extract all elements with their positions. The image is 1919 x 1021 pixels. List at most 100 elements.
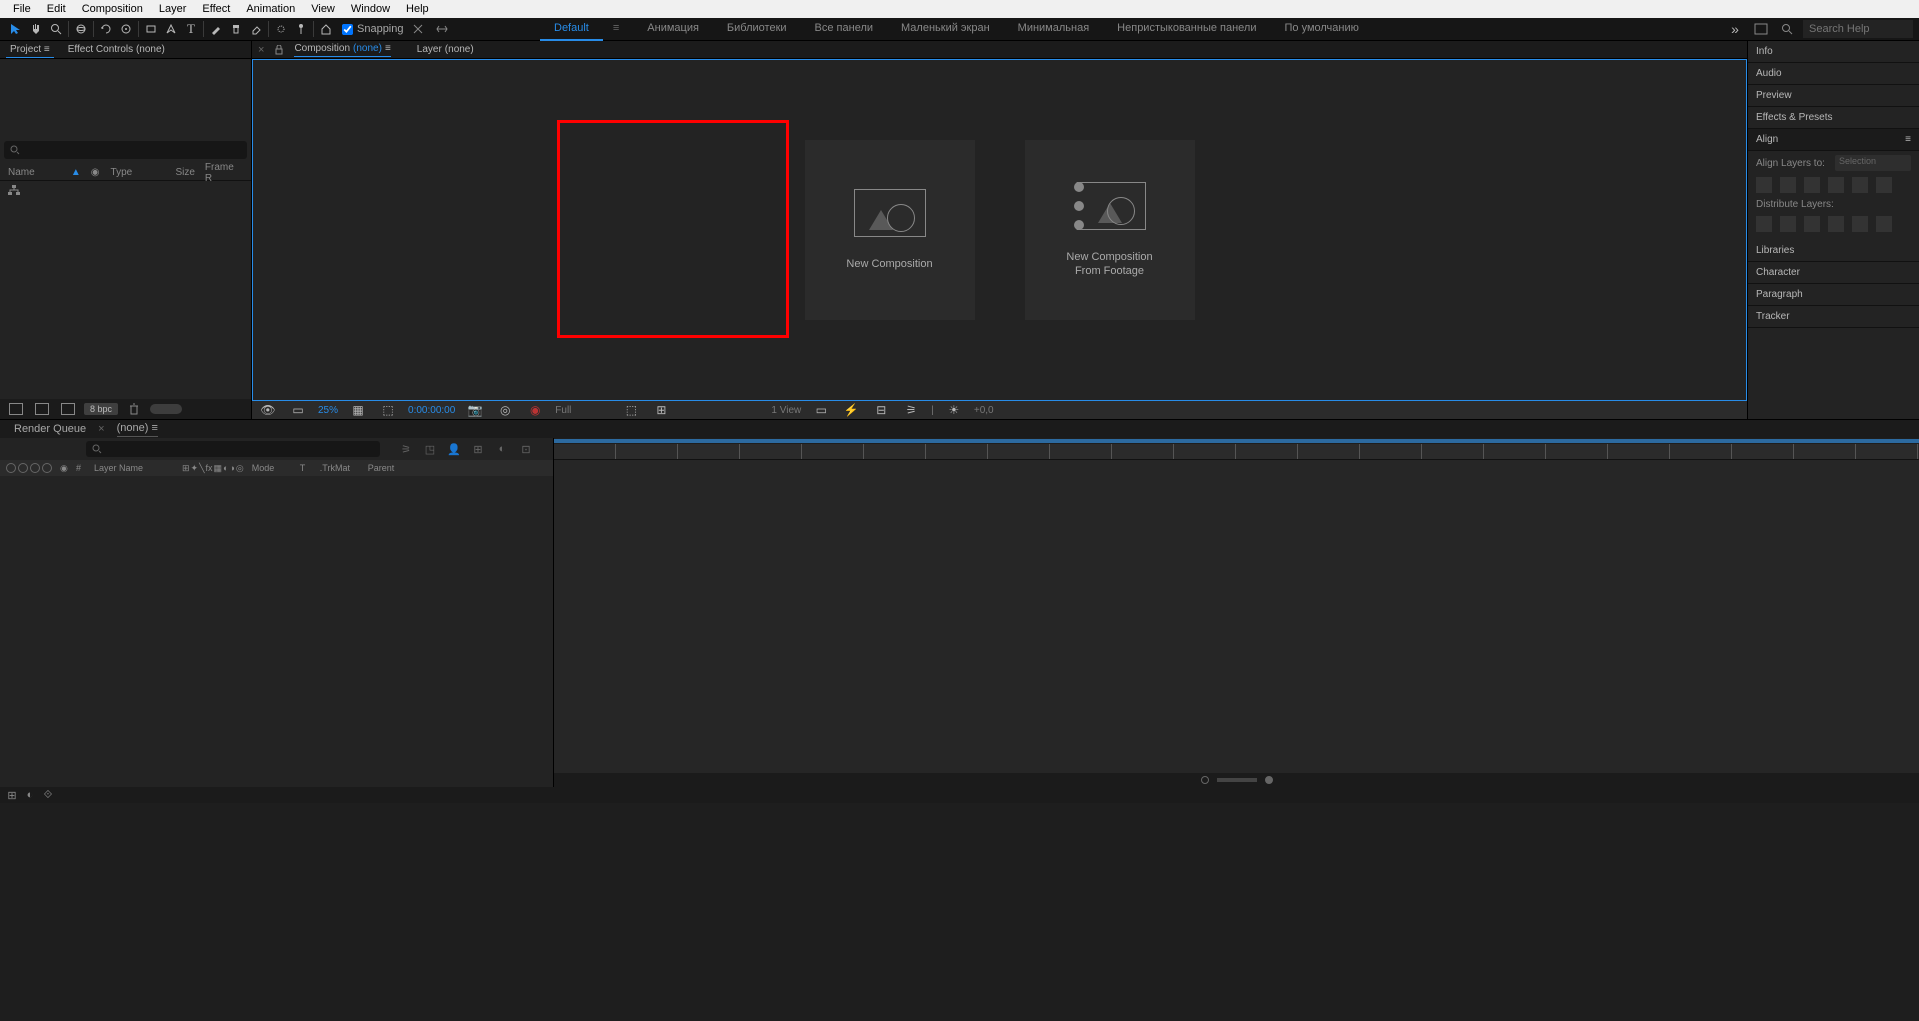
workspace-small-screen[interactable]: Маленький экран bbox=[887, 17, 1004, 41]
brush-tool-icon[interactable] bbox=[206, 19, 226, 39]
new-comp-icon[interactable] bbox=[58, 399, 78, 419]
new-folder-icon[interactable] bbox=[32, 399, 52, 419]
menu-composition[interactable]: Composition bbox=[75, 1, 150, 17]
tab-layer[interactable]: Layer (none) bbox=[417, 44, 474, 55]
align-left-icon[interactable] bbox=[1756, 177, 1772, 193]
thumbnail-size-slider[interactable] bbox=[150, 404, 182, 414]
pan-behind-tool-icon[interactable] bbox=[116, 19, 136, 39]
snapshot-icon[interactable]: 📷 bbox=[465, 400, 485, 420]
tab-timeline-comp[interactable]: (none) ≡ bbox=[117, 422, 158, 437]
selection-tool-icon[interactable] bbox=[6, 19, 26, 39]
grid-icon[interactable]: ⊞ bbox=[651, 400, 671, 420]
workspace-libraries[interactable]: Библиотеки bbox=[713, 17, 801, 41]
current-time[interactable]: 0:00:00:00 bbox=[408, 405, 455, 416]
timeline-layers-area[interactable] bbox=[0, 476, 553, 787]
exposure-value[interactable]: +0,0 bbox=[974, 405, 994, 416]
new-composition-button[interactable]: New Composition bbox=[805, 140, 975, 320]
text-tool-icon[interactable]: T bbox=[181, 19, 201, 39]
align-top-icon[interactable] bbox=[1828, 177, 1844, 193]
panel-character[interactable]: Character bbox=[1748, 262, 1919, 284]
panel-paragraph[interactable]: Paragraph bbox=[1748, 284, 1919, 306]
graph-editor-icon[interactable]: ⊡ bbox=[518, 442, 534, 456]
comp-mini-flowchart-icon[interactable]: ⚞ bbox=[398, 442, 414, 456]
snapping-checkbox[interactable] bbox=[342, 24, 353, 35]
sync-settings-icon[interactable] bbox=[1751, 19, 1771, 39]
menu-file[interactable]: File bbox=[6, 1, 38, 17]
flowchart-icon[interactable] bbox=[8, 185, 20, 195]
comp-flowchart-icon[interactable]: ⚞ bbox=[901, 400, 921, 420]
rectangle-tool-icon[interactable] bbox=[141, 19, 161, 39]
menu-edit[interactable]: Edit bbox=[40, 1, 73, 17]
menu-animation[interactable]: Animation bbox=[239, 1, 302, 17]
distribute-left-icon[interactable] bbox=[1828, 216, 1844, 232]
roto-brush-tool-icon[interactable] bbox=[271, 19, 291, 39]
distribute-bottom-icon[interactable] bbox=[1804, 216, 1820, 232]
search-help-input[interactable] bbox=[1803, 20, 1913, 38]
align-hcenter-icon[interactable] bbox=[1780, 177, 1796, 193]
project-column-headers[interactable]: Name ▲ ◉ Type Size Frame R bbox=[0, 165, 251, 181]
project-item-list[interactable] bbox=[0, 181, 251, 399]
time-ruler[interactable] bbox=[554, 444, 1919, 460]
clone-stamp-tool-icon[interactable] bbox=[226, 19, 246, 39]
menu-view[interactable]: View bbox=[304, 1, 342, 17]
search-icon[interactable] bbox=[1777, 19, 1797, 39]
draft-3d-icon[interactable]: ◳ bbox=[422, 442, 438, 456]
view-layout-dropdown[interactable]: 1 View bbox=[771, 405, 801, 416]
resolution-dropdown[interactable]: Full bbox=[555, 405, 571, 416]
snapping-options-icon[interactable] bbox=[408, 19, 428, 39]
fast-preview-icon[interactable]: ⚡ bbox=[841, 400, 861, 420]
toggle-mask-icon[interactable]: ⬚ bbox=[378, 400, 398, 420]
panel-tracker[interactable]: Tracker bbox=[1748, 306, 1919, 328]
panel-effects-presets[interactable]: Effects & Presets bbox=[1748, 107, 1919, 129]
panel-preview[interactable]: Preview bbox=[1748, 85, 1919, 107]
tab-composition[interactable]: Composition (none) ≡ bbox=[294, 43, 390, 57]
panel-info[interactable]: Info bbox=[1748, 41, 1919, 63]
motion-blur-icon[interactable]: ◐ bbox=[494, 442, 510, 456]
bpc-button[interactable]: 8 bpc bbox=[84, 403, 118, 415]
align-vcenter-icon[interactable] bbox=[1852, 177, 1868, 193]
menu-window[interactable]: Window bbox=[344, 1, 397, 17]
toggle-transparency-icon[interactable]: ▦ bbox=[348, 400, 368, 420]
tab-effect-controls[interactable]: Effect Controls (none) bbox=[64, 42, 169, 57]
align-bottom-icon[interactable] bbox=[1876, 177, 1892, 193]
lock-col-icon[interactable] bbox=[42, 463, 52, 473]
menu-layer[interactable]: Layer bbox=[152, 1, 194, 17]
magnification-icon[interactable]: ▭ bbox=[288, 400, 308, 420]
time-navigator[interactable] bbox=[554, 773, 1919, 787]
orbit-camera-tool-icon[interactable] bbox=[71, 19, 91, 39]
exposure-reset-icon[interactable]: ☀ bbox=[944, 400, 964, 420]
workspace-default-ru[interactable]: По умолчанию bbox=[1270, 17, 1372, 41]
timeline-search-input[interactable] bbox=[86, 441, 380, 457]
timeline-icon[interactable]: ⊟ bbox=[871, 400, 891, 420]
puppet-pin-tool-icon[interactable] bbox=[291, 19, 311, 39]
new-composition-from-footage-button[interactable]: New Composition From Footage bbox=[1025, 140, 1195, 320]
align-layers-to-dropdown[interactable]: Selection bbox=[1835, 155, 1911, 171]
toggle-switches-icon[interactable]: ⊞ bbox=[6, 789, 18, 801]
workspace-minimal[interactable]: Минимальная bbox=[1004, 17, 1104, 41]
pixel-aspect-icon[interactable]: ▭ bbox=[811, 400, 831, 420]
interpret-footage-icon[interactable] bbox=[6, 399, 26, 419]
align-right-icon[interactable] bbox=[1804, 177, 1820, 193]
delete-icon[interactable] bbox=[124, 399, 144, 419]
workspace-overflow-icon[interactable]: » bbox=[1725, 19, 1745, 39]
home-tool-icon[interactable] bbox=[316, 19, 336, 39]
rotation-tool-icon[interactable] bbox=[96, 19, 116, 39]
solo-col-icon[interactable] bbox=[30, 463, 40, 473]
workspace-undocked[interactable]: Непристыкованные панели bbox=[1103, 17, 1270, 41]
show-snapshot-icon[interactable]: ◎ bbox=[495, 400, 515, 420]
pen-tool-icon[interactable] bbox=[161, 19, 181, 39]
workspace-all-panels[interactable]: Все панели bbox=[801, 17, 887, 41]
video-col-icon[interactable] bbox=[6, 463, 16, 473]
composition-viewer[interactable]: New Composition New Composition From Foo… bbox=[252, 59, 1747, 401]
tab-project[interactable]: Project ≡ bbox=[6, 42, 54, 58]
eraser-tool-icon[interactable] bbox=[246, 19, 266, 39]
distribute-hcenter-icon[interactable] bbox=[1852, 216, 1868, 232]
workspace-default[interactable]: Default bbox=[540, 17, 603, 41]
channel-icon[interactable]: ◉ bbox=[525, 400, 545, 420]
switches-icon[interactable]: ⊞ bbox=[182, 463, 190, 474]
menu-effect[interactable]: Effect bbox=[195, 1, 237, 17]
shy-icon[interactable]: 👤 bbox=[446, 442, 462, 456]
distribute-vcenter-icon[interactable] bbox=[1780, 216, 1796, 232]
workspace-animation[interactable]: Анимация bbox=[633, 17, 713, 41]
lock-icon[interactable] bbox=[274, 40, 284, 60]
